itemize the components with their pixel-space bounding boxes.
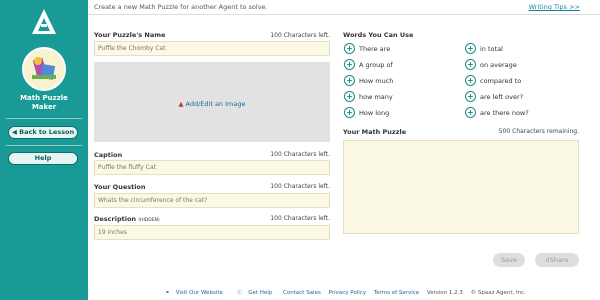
warning-icon: ▲ <box>178 100 184 108</box>
word-label: are left over? <box>480 92 524 101</box>
footer-link-help[interactable]: ⓘ Get Help <box>234 290 276 296</box>
plus-icon: + <box>344 59 355 70</box>
words-label: Words You Can Use <box>343 31 414 39</box>
word-there-are[interactable]: + There are <box>344 43 390 54</box>
word-in-total[interactable]: + in total <box>465 43 503 54</box>
footer-link-privacy[interactable]: Privacy Policy <box>329 290 366 296</box>
share-button[interactable]: ☌Share <box>535 253 579 267</box>
footer-link-label: Get Help <box>248 290 273 296</box>
word-a-group-of[interactable]: + A group of <box>344 59 393 70</box>
word-label: are there now? <box>480 108 529 117</box>
footer: ⚭ Visit Our Website ⓘ Get Help Contact Sal… <box>88 288 600 296</box>
description-count: 100 Characters left. <box>270 215 330 222</box>
description-input[interactable]: 19 inches <box>94 225 330 240</box>
word-how-long[interactable]: + How long <box>344 107 389 118</box>
plus-icon: + <box>465 75 476 86</box>
question-input[interactable]: Whats the circumference of the cat? <box>94 193 330 208</box>
plus-icon: + <box>465 91 476 102</box>
word-compared-to[interactable]: + compared to <box>465 75 521 86</box>
back-to-lesson-button[interactable]: ◀ Back to Lesson <box>8 126 78 139</box>
plus-icon: + <box>344 43 355 54</box>
math-puzzle-textarea[interactable] <box>343 140 579 234</box>
word-label: How long <box>359 108 390 117</box>
word-how-many[interactable]: + how many <box>344 91 393 102</box>
save-button[interactable]: Save <box>493 253 525 267</box>
footer-copyright: © Spaaz Agent, Inc. <box>470 290 526 296</box>
add-image-link[interactable]: ▲ Add/Edit an Image <box>94 100 330 108</box>
image-placeholder[interactable]: ▲ Add/Edit an Image <box>94 62 330 142</box>
word-label: compared to <box>480 76 522 85</box>
sidebar-divider <box>6 118 82 119</box>
caption-input[interactable]: Puffle the fluffy Cat <box>94 160 330 175</box>
caption-count: 100 Characters left. <box>270 151 330 158</box>
math-puzzle-label: Your Math Puzzle <box>343 128 407 136</box>
caption-label: Caption <box>94 151 123 159</box>
app-name-line2: Maker <box>31 103 57 111</box>
app-logo-icon <box>32 9 56 34</box>
description-label: Description (HIDDEN) <box>94 215 160 223</box>
app-name: Math Puzzle Maker <box>0 94 88 112</box>
footer-link-contact-sales[interactable]: Contact Sales <box>283 290 321 296</box>
word-label: how many <box>359 92 393 101</box>
word-label: How much <box>359 76 394 85</box>
plus-icon: + <box>465 107 476 118</box>
puzzle-name-count: 100 Characters left. <box>270 32 330 39</box>
sidebar: Math Puzzle Maker ◀ Back to Lesson Help <box>0 0 88 300</box>
footer-link-terms[interactable]: Terms of Service <box>374 290 419 296</box>
help-button[interactable]: Help <box>8 152 78 165</box>
plus-icon: + <box>344 75 355 86</box>
plus-icon: + <box>344 91 355 102</box>
footer-version: Version 1.2.3 <box>426 290 463 296</box>
puzzle-name-label: Your Puzzle's Name <box>94 31 166 39</box>
help-icon: ⓘ <box>236 290 243 296</box>
description-label-text: Description <box>94 215 137 223</box>
question-label: Your Question <box>94 183 146 191</box>
plus-icon: + <box>465 43 476 54</box>
header-divider <box>88 14 600 15</box>
question-count: 100 Characters left. <box>270 183 330 190</box>
word-on-average[interactable]: + on average <box>465 59 517 70</box>
writing-tips-link[interactable]: Writing Tips >> <box>529 3 580 11</box>
word-label: There are <box>359 44 391 53</box>
app-badge-icon <box>22 47 66 91</box>
add-image-label: Add/Edit an Image <box>185 100 246 108</box>
puzzle-name-input[interactable]: Puffle the Chomby Cat <box>94 41 330 56</box>
word-are-there-now[interactable]: + are there now? <box>465 107 529 118</box>
description-hint: (HIDDEN) <box>138 218 160 223</box>
intro-text: Create a new Math Puzzle for another Age… <box>94 3 268 11</box>
plus-icon: + <box>465 59 476 70</box>
word-label: on average <box>480 60 517 69</box>
share-label: Share <box>549 256 569 264</box>
word-are-left-over[interactable]: + are left over? <box>465 91 523 102</box>
word-label: in total <box>480 44 503 53</box>
plus-icon: + <box>344 107 355 118</box>
word-label: A group of <box>359 60 393 69</box>
footer-link-label: Visit Our Website <box>175 290 223 296</box>
word-how-much[interactable]: + How much <box>344 75 393 86</box>
math-puzzle-count: 500 Characters remaining. <box>498 128 579 135</box>
globe-icon: ⚭ <box>165 290 170 296</box>
sidebar-divider <box>6 145 82 146</box>
app-name-line1: Math Puzzle <box>20 94 68 102</box>
footer-link-website[interactable]: ⚭ Visit Our Website <box>162 290 226 296</box>
